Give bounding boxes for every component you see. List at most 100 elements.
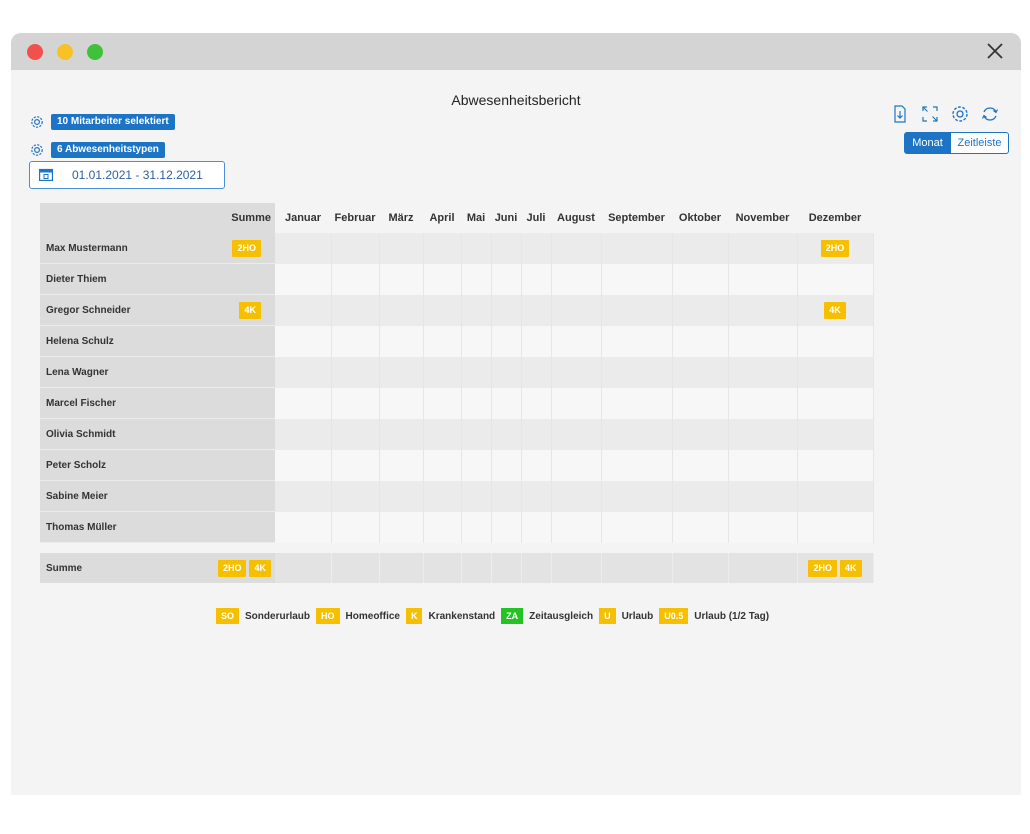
month-cell[interactable] [491,511,522,543]
month-cell[interactable] [551,511,602,543]
month-cell[interactable] [797,511,874,543]
month-cell[interactable] [797,449,874,481]
month-cell[interactable] [551,356,602,388]
month-cell[interactable] [551,233,602,264]
month-cell[interactable] [379,449,424,481]
table-row[interactable]: Max Mustermann 2HO 2HO [40,233,874,264]
month-cell[interactable] [423,233,462,264]
month-cell[interactable] [521,511,552,543]
month-cell[interactable] [491,325,522,357]
absence-pill[interactable]: 2HO [232,239,261,257]
month-cell[interactable] [275,387,332,419]
month-cell[interactable] [423,263,462,295]
month-cell[interactable] [491,418,522,450]
table-row[interactable]: Dieter Thiem [40,263,874,295]
month-cell[interactable] [379,233,424,264]
month-cell[interactable] [461,480,492,512]
month-cell[interactable] [601,418,673,450]
month-cell[interactable] [461,418,492,450]
view-timeline-button[interactable]: Zeitleiste [950,132,1009,154]
month-cell[interactable] [601,356,673,388]
month-cell[interactable] [379,263,424,295]
month-cell[interactable] [728,325,798,357]
month-cell[interactable] [601,325,673,357]
month-cell[interactable] [331,480,380,512]
month-cell[interactable] [601,387,673,419]
month-cell[interactable] [331,233,380,264]
absence-types-badge[interactable]: 6 Abwesenheitstypen [51,142,165,158]
month-cell[interactable] [491,233,522,264]
month-cell[interactable] [461,233,492,264]
month-cell[interactable] [423,356,462,388]
month-cell[interactable] [275,449,332,481]
month-cell[interactable] [672,356,729,388]
minimize-window-dot[interactable] [57,44,73,60]
table-row[interactable]: Marcel Fischer [40,387,874,419]
month-cell[interactable] [551,325,602,357]
month-cell[interactable] [797,480,874,512]
month-cell[interactable] [672,233,729,264]
settings-icon[interactable] [950,104,970,124]
month-cell[interactable]: 2HO [797,233,874,264]
month-cell[interactable] [423,387,462,419]
month-cell[interactable] [461,294,492,326]
month-cell[interactable] [379,418,424,450]
month-cell[interactable] [551,480,602,512]
table-row[interactable]: Gregor Schneider 4K 4K [40,294,874,326]
month-cell[interactable] [728,387,798,419]
month-cell[interactable] [331,294,380,326]
table-row[interactable]: Peter Scholz [40,449,874,481]
employees-selected-badge[interactable]: 10 Mitarbeiter selektiert [51,114,175,130]
month-cell[interactable] [521,263,552,295]
absence-pill[interactable]: 2HO [808,559,837,577]
month-cell[interactable] [275,480,332,512]
month-cell[interactable] [797,263,874,295]
month-cell[interactable] [423,480,462,512]
month-cell[interactable]: 4K [797,294,874,326]
month-cell[interactable] [521,294,552,326]
month-cell[interactable] [728,233,798,264]
month-cell[interactable] [728,356,798,388]
month-cell[interactable] [331,418,380,450]
month-cell[interactable] [521,356,552,388]
month-cell[interactable] [672,480,729,512]
month-cell[interactable] [491,480,522,512]
month-cell[interactable] [331,356,380,388]
month-cell[interactable] [275,418,332,450]
month-cell[interactable] [331,263,380,295]
month-cell[interactable] [601,511,673,543]
table-row[interactable]: Helena Schulz [40,325,874,357]
month-cell[interactable] [601,263,673,295]
absence-pill[interactable]: 4K [824,301,846,319]
absence-pill[interactable]: 4K [239,301,261,319]
month-cell[interactable] [379,480,424,512]
month-cell[interactable] [491,294,522,326]
month-cell[interactable] [461,263,492,295]
month-cell[interactable] [601,294,673,326]
month-cell[interactable] [379,356,424,388]
month-cell[interactable] [672,449,729,481]
month-cell[interactable] [601,233,673,264]
month-cell[interactable] [461,356,492,388]
month-cell[interactable] [672,387,729,419]
month-cell[interactable] [551,418,602,450]
month-cell[interactable] [423,418,462,450]
month-cell[interactable] [797,418,874,450]
close-window-dot[interactable] [27,44,43,60]
month-cell[interactable] [461,449,492,481]
month-cell[interactable] [491,356,522,388]
month-cell[interactable] [797,325,874,357]
month-cell[interactable] [728,294,798,326]
month-cell[interactable] [728,418,798,450]
month-cell[interactable] [521,325,552,357]
month-cell[interactable] [521,418,552,450]
month-cell[interactable] [379,325,424,357]
month-cell[interactable] [379,511,424,543]
date-range-picker[interactable]: 01.01.2021 - 31.12.2021 [29,161,225,189]
month-cell[interactable] [275,325,332,357]
month-cell[interactable] [275,263,332,295]
absence-pill[interactable]: 2HO [820,239,850,257]
month-cell[interactable] [521,480,552,512]
month-cell[interactable] [423,511,462,543]
absence-pill[interactable]: 2HO [217,559,247,577]
